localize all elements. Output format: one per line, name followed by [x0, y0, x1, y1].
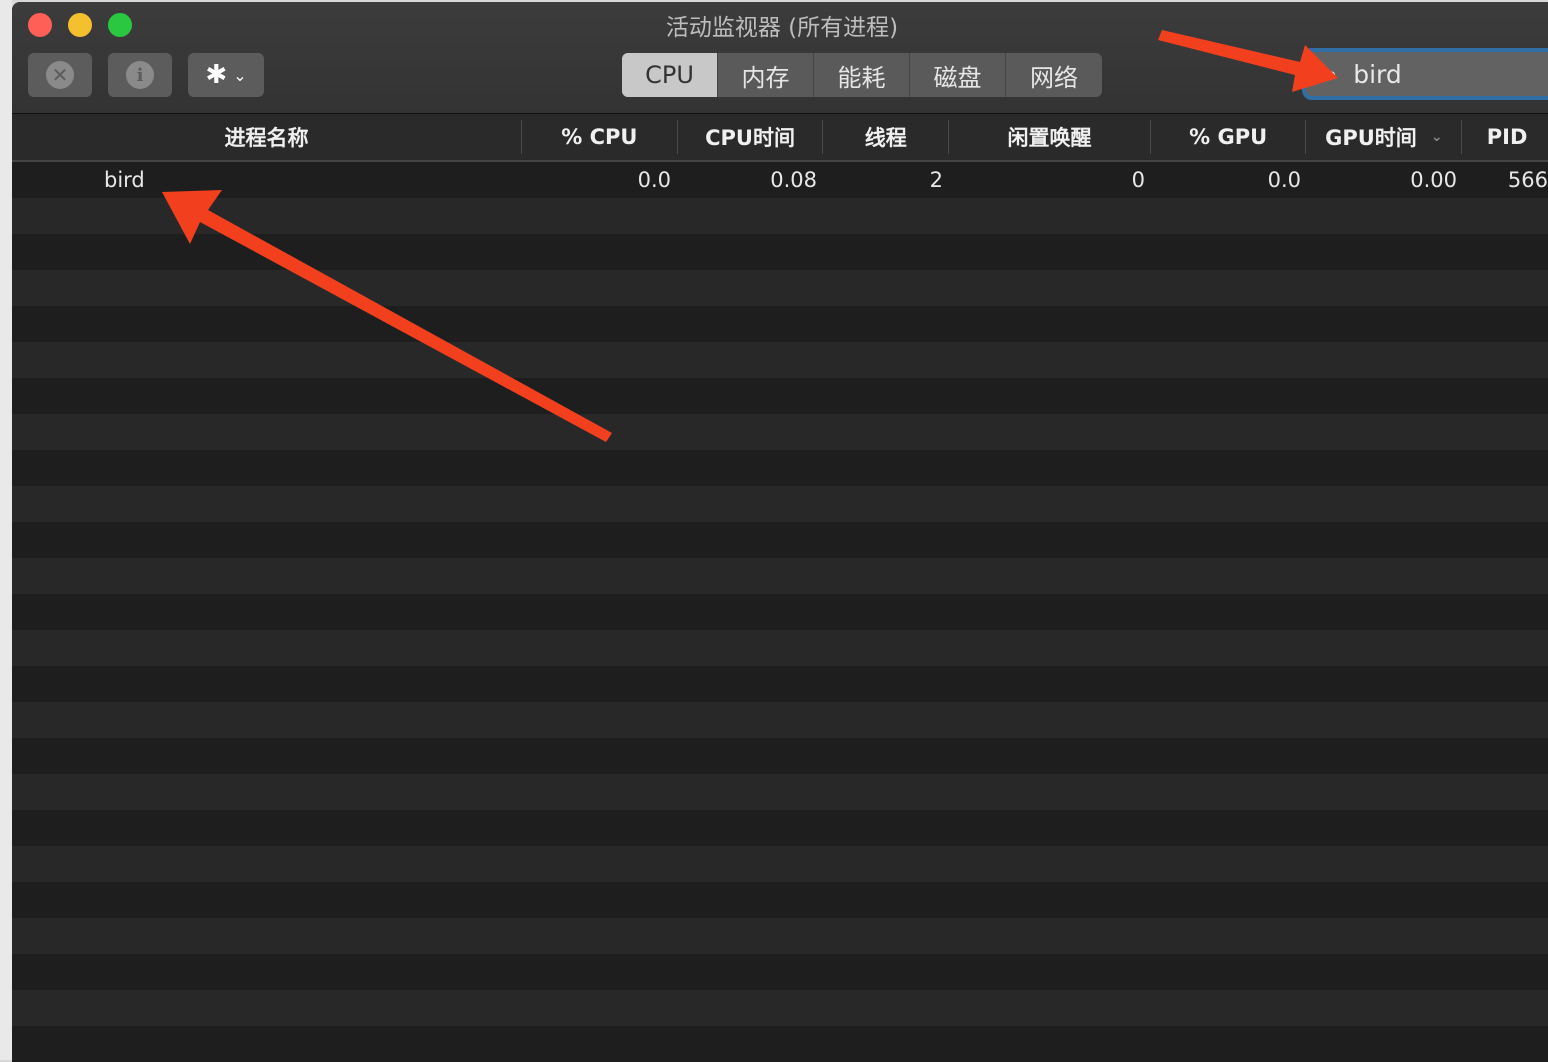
- empty-row: [12, 990, 1548, 1026]
- chevron-down-icon: ⌄: [233, 65, 247, 85]
- empty-row: [12, 594, 1548, 630]
- empty-row: [12, 738, 1548, 774]
- cell-idle-wakeups: 0: [1131, 168, 1145, 192]
- tab-network[interactable]: 网络: [1006, 53, 1102, 97]
- cell-process-name: bird: [104, 168, 145, 192]
- search-value: bird: [1353, 59, 1402, 89]
- activity-monitor-window: 活动监视器 (所有进程) ✕ i ✱ ⌄ CPU 内存 能耗 磁盘 网络 ⌕ bir…: [12, 2, 1548, 1062]
- empty-row: [12, 486, 1548, 522]
- empty-row: [12, 378, 1548, 414]
- column-cpu-percent[interactable]: % CPU: [522, 120, 678, 154]
- empty-row: [12, 882, 1548, 918]
- tab-memory[interactable]: 内存: [718, 53, 814, 97]
- x-octagon-icon: ✕: [46, 61, 74, 89]
- column-gpu-percent[interactable]: % GPU: [1151, 120, 1307, 154]
- process-table: bird 0.0 0.08 2 0 0.0 0.00 566: [12, 162, 1548, 1062]
- column-process-name[interactable]: 进程名称: [12, 120, 522, 154]
- empty-row: [12, 450, 1548, 486]
- toolbar: 活动监视器 (所有进程) ✕ i ✱ ⌄ CPU 内存 能耗 磁盘 网络 ⌕ bir…: [12, 2, 1548, 114]
- empty-row: [12, 666, 1548, 702]
- column-threads[interactable]: 线程: [823, 120, 950, 154]
- cell-threads: 2: [929, 168, 943, 192]
- cell-cpu-time: 0.08: [770, 168, 817, 192]
- empty-row: [12, 198, 1548, 234]
- empty-row: [12, 846, 1548, 882]
- empty-row: [12, 234, 1548, 270]
- search-icon: ⌕: [1326, 62, 1338, 86]
- empty-row: [12, 558, 1548, 594]
- empty-row: [12, 1026, 1548, 1062]
- action-menu-button[interactable]: ✱ ⌄: [188, 53, 264, 97]
- background-window: [0, 0, 12, 1060]
- cell-cpu-percent: 0.0: [637, 168, 671, 192]
- gear-icon: ✱: [205, 60, 228, 90]
- column-gpu-time-label: GPU时间: [1325, 126, 1417, 150]
- empty-row: [12, 954, 1548, 990]
- info-icon: i: [126, 61, 154, 89]
- sort-chevron-icon: ⌄: [1430, 129, 1443, 145]
- empty-row: [12, 270, 1548, 306]
- column-idle-wakeups[interactable]: 闲置唤醒: [949, 120, 1151, 154]
- inspect-process-button[interactable]: i: [108, 53, 172, 97]
- column-cpu-time[interactable]: CPU时间: [678, 120, 824, 154]
- empty-row: [12, 342, 1548, 378]
- table-header: 进程名称 % CPU CPU时间 线程 闲置唤醒 % GPU GPU时间 ⌄ PI…: [12, 114, 1548, 162]
- stop-process-button[interactable]: ✕: [28, 53, 92, 97]
- tab-bar: CPU 内存 能耗 磁盘 网络: [622, 53, 1102, 97]
- tab-disk[interactable]: 磁盘: [910, 53, 1006, 97]
- empty-row: [12, 630, 1548, 666]
- tab-cpu[interactable]: CPU: [622, 53, 718, 97]
- column-pid[interactable]: PID: [1462, 120, 1548, 154]
- cell-pid: 566: [1507, 168, 1548, 192]
- table-row[interactable]: bird 0.0 0.08 2 0 0.0 0.00 566: [12, 162, 1548, 198]
- empty-row: [12, 702, 1548, 738]
- empty-row: [12, 918, 1548, 954]
- column-gpu-time[interactable]: GPU时间 ⌄: [1306, 120, 1463, 154]
- empty-row: [12, 306, 1548, 342]
- cell-gpu-percent: 0.0: [1267, 168, 1301, 192]
- empty-row: [12, 774, 1548, 810]
- search-input[interactable]: ⌕ bird: [1302, 48, 1548, 100]
- empty-row: [12, 810, 1548, 846]
- tab-energy[interactable]: 能耗: [814, 53, 910, 97]
- empty-row: [12, 522, 1548, 558]
- window-title: 活动监视器 (所有进程): [665, 15, 899, 41]
- cell-gpu-time: 0.00: [1410, 168, 1457, 192]
- empty-row: [12, 414, 1548, 450]
